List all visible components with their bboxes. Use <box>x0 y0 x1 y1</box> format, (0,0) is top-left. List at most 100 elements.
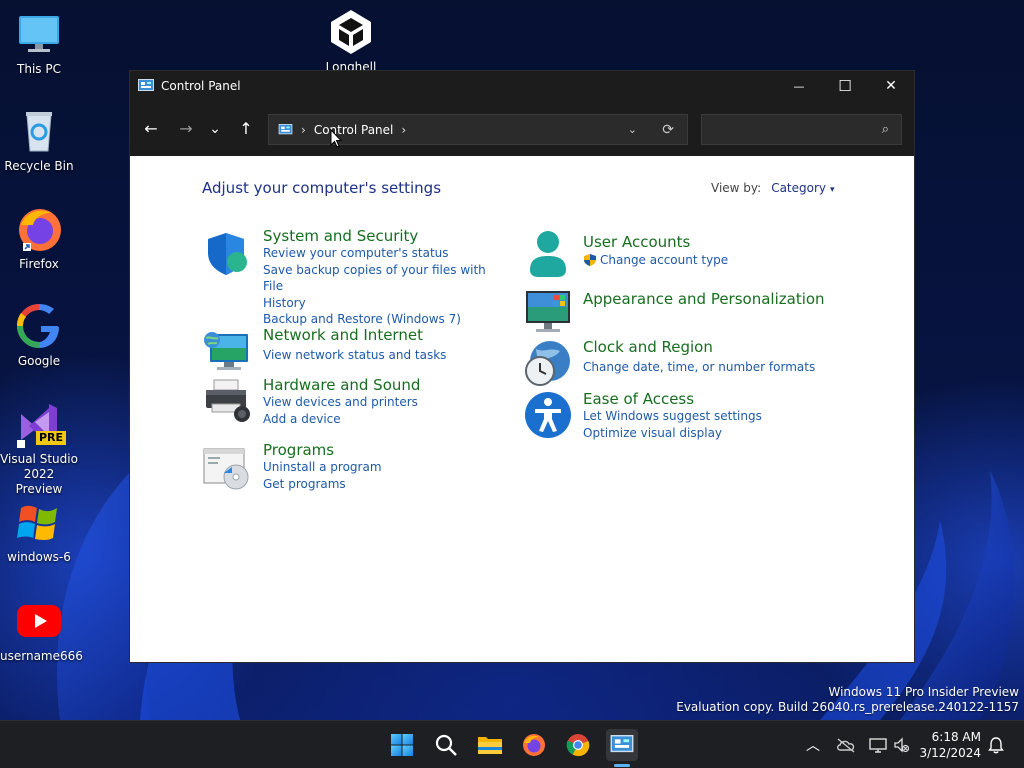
shield-icon[interactable] <box>202 229 250 277</box>
view-by-dropdown[interactable]: Category <box>771 181 826 195</box>
watermark-build: Evaluation copy. Build 26040.rs_prerelea… <box>676 700 1019 714</box>
desktop-icon-label: Google <box>17 354 61 368</box>
volume-muted-icon[interactable] <box>893 737 909 753</box>
chevron-down-icon: ⌄ <box>209 120 221 137</box>
watermark-edition: Windows 11 Pro Insider Preview <box>828 685 1019 699</box>
taskbar-firefox[interactable] <box>518 729 550 761</box>
maximize-button[interactable]: ☐ <box>822 71 868 101</box>
category-title[interactable]: Appearance and Personalization <box>583 290 843 308</box>
control-panel-content: Adjust your computer's settings View by:… <box>130 156 914 662</box>
desktop-icon-username666[interactable]: username666 <box>0 597 83 664</box>
review-status-link[interactable]: Review your computer's status <box>263 245 503 262</box>
search-input[interactable]: ⌕ <box>701 114 902 145</box>
change-account-type-link[interactable]: Change account type <box>600 252 728 269</box>
breadcrumb-separator[interactable]: › <box>301 123 306 137</box>
monitor-palette-icon[interactable] <box>524 287 572 335</box>
category-title[interactable]: Clock and Region <box>583 338 843 356</box>
recycle-bin-icon <box>15 107 63 155</box>
network-status-link[interactable]: View network status and tasks <box>263 347 503 364</box>
mouse-cursor-icon <box>330 129 342 148</box>
desktop-icon-label: windows-6 <box>7 550 71 564</box>
bell-icon <box>988 737 1004 754</box>
desktop-icon-longhell[interactable]: Longhell <box>312 8 390 75</box>
taskbar-chrome[interactable] <box>562 729 594 761</box>
arrow-up-icon: ↑ <box>239 119 253 138</box>
breadcrumb-control-panel[interactable]: Control Panel <box>314 123 394 137</box>
file-history-link-continued[interactable]: History <box>263 295 503 312</box>
forward-button[interactable]: → <box>171 114 201 144</box>
clock-globe-icon[interactable] <box>524 339 572 387</box>
desktop-icon-visual-studio[interactable]: PRE Visual Studio 2022 Preview <box>0 400 78 497</box>
category-title[interactable]: Network and Internet <box>263 326 503 344</box>
visual-studio-icon: PRE <box>15 400 67 448</box>
printer-icon[interactable] <box>202 378 250 426</box>
category-title[interactable]: System and Security <box>263 227 503 245</box>
desktop-icon-windows-6[interactable]: windows-6 <box>0 498 78 565</box>
control-panel-icon <box>138 79 154 93</box>
onedrive-offline-icon[interactable] <box>836 737 856 753</box>
devices-printers-link[interactable]: View devices and printers <box>263 394 503 411</box>
minimize-button[interactable]: — <box>776 71 822 101</box>
uninstall-program-link[interactable]: Uninstall a program <box>263 459 503 476</box>
notifications-button[interactable] <box>983 729 1009 761</box>
start-button[interactable] <box>386 729 418 761</box>
taskbar-search-button[interactable] <box>430 729 462 761</box>
title-bar[interactable]: Control Panel — ☐ ✕ <box>130 71 914 101</box>
clock-date: 3/12/2024 <box>919 746 981 760</box>
caret-down-icon[interactable]: ▾ <box>830 185 835 195</box>
desktop-icon-label: Visual Studio 2022 Preview <box>0 452 78 496</box>
close-button[interactable]: ✕ <box>868 71 914 101</box>
search-icon[interactable]: ⌕ <box>882 122 889 137</box>
network-globe-icon[interactable] <box>202 328 250 376</box>
programs-disc-icon[interactable] <box>202 443 250 491</box>
category-title[interactable]: Hardware and Sound <box>263 376 503 394</box>
network-icon[interactable] <box>869 737 887 753</box>
optimize-display-link[interactable]: Optimize visual display <box>583 425 843 442</box>
view-by-label: View by: <box>711 181 762 195</box>
add-device-link[interactable]: Add a device <box>263 411 503 428</box>
desktop-icon-recycle-bin[interactable]: Recycle Bin <box>0 107 78 174</box>
control-panel-window[interactable]: Control Panel — ☐ ✕ ← → ⌄ ↑ › Control Pa… <box>129 70 915 663</box>
arrow-right-icon: → <box>179 119 193 138</box>
desktop-icon-this-pc[interactable]: This PC <box>0 10 78 77</box>
recent-locations-button[interactable]: ⌄ <box>201 114 229 144</box>
youtube-icon <box>15 597 63 645</box>
uac-shield-icon <box>584 254 596 267</box>
accessibility-icon[interactable] <box>524 391 572 439</box>
taskbar-control-panel[interactable] <box>606 729 638 761</box>
suggest-settings-link[interactable]: Let Windows suggest settings <box>583 408 843 425</box>
file-explorer-icon <box>478 737 502 754</box>
show-hidden-icons-button[interactable]: ︿ <box>804 735 822 755</box>
get-programs-link[interactable]: Get programs <box>263 476 503 493</box>
user-icon[interactable] <box>524 230 572 278</box>
system-tray: ︿ <box>804 721 909 768</box>
file-history-link[interactable]: Save backup copies of your files with Fi… <box>263 262 503 295</box>
desktop-icon-label: username666 <box>0 649 83 663</box>
address-history-dropdown[interactable]: ⌄ <box>628 123 637 136</box>
preview-badge: PRE <box>36 431 67 445</box>
breadcrumb-separator[interactable]: › <box>401 123 406 137</box>
windows-flag-icon <box>15 498 63 546</box>
desktop-icon-label: Firefox <box>19 257 59 271</box>
window-controls: — ☐ ✕ <box>776 71 914 101</box>
taskbar-clock[interactable]: 6:18 AM 3/12/2024 <box>919 729 981 761</box>
monitor-icon <box>15 10 63 58</box>
category-title[interactable]: User Accounts <box>583 233 843 251</box>
arrow-left-icon: ← <box>144 119 158 138</box>
refresh-icon[interactable]: ⟳ <box>662 122 674 138</box>
taskbar: ︿ 6:18 AM 3/12/2024 <box>0 720 1024 768</box>
unity-icon <box>327 8 375 56</box>
desktop-icon-label: Recycle Bin <box>4 159 74 173</box>
category-title[interactable]: Ease of Access <box>583 390 843 408</box>
back-button[interactable]: ← <box>136 114 166 144</box>
page-title: Adjust your computer's settings <box>202 179 442 197</box>
date-time-formats-link[interactable]: Change date, time, or number formats <box>583 359 843 376</box>
category-title[interactable]: Programs <box>263 441 503 459</box>
control-panel-icon <box>610 735 634 753</box>
search-icon <box>435 734 457 756</box>
desktop-icon-firefox[interactable]: Firefox <box>0 205 78 272</box>
up-button[interactable]: ↑ <box>231 114 261 144</box>
desktop-icon-google[interactable]: Google <box>0 302 78 369</box>
taskbar-file-explorer[interactable] <box>474 729 506 761</box>
start-icon <box>391 734 413 756</box>
